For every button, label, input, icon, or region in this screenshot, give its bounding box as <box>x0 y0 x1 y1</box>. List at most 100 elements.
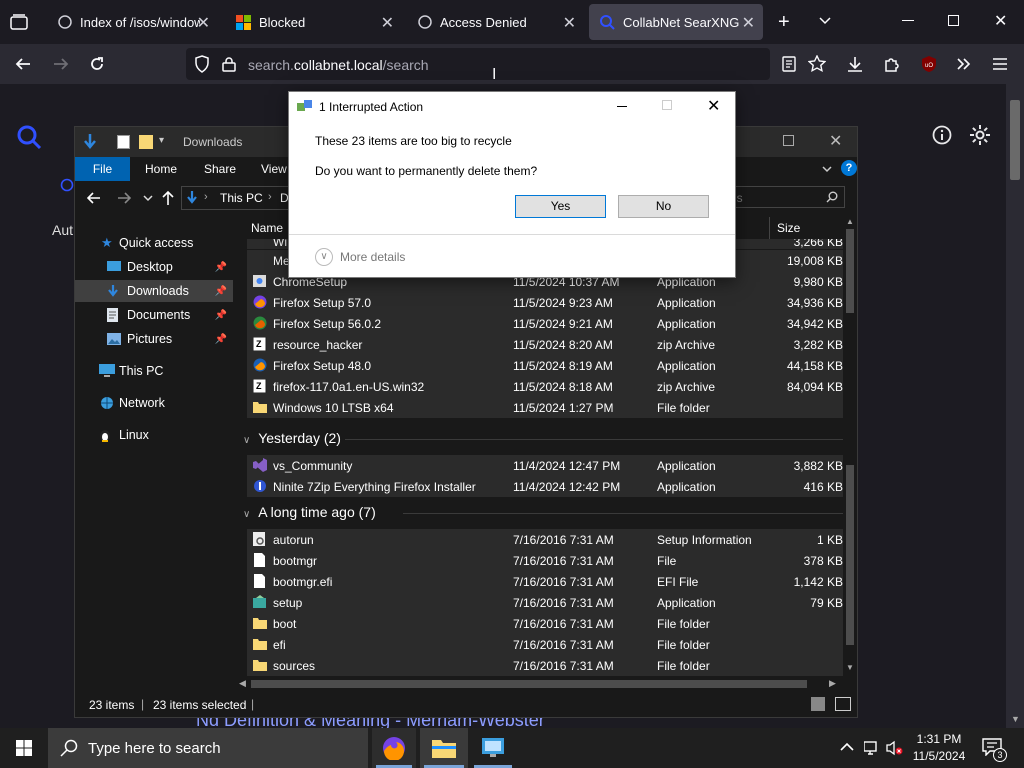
table-row[interactable]: bootmgr 7/16/2016 7:31 AM File 378 KB <box>247 550 843 571</box>
expand-ribbon-chevron-icon[interactable] <box>821 163 833 175</box>
table-row[interactable]: autorun 7/16/2016 7:31 AM Setup Informat… <box>247 529 843 550</box>
bookmark-star-icon[interactable] <box>808 55 826 73</box>
tab-collabnet-searxng[interactable]: CollabNet SearXNG ✕ <box>589 4 763 40</box>
column-divider[interactable] <box>769 217 770 239</box>
explorer-maximize-button[interactable] <box>783 135 794 146</box>
nav-this-pc[interactable]: This PC <box>75 360 233 382</box>
dialog-close-button[interactable]: ✕ <box>707 96 720 116</box>
file-list-scrollbar-thumb[interactable] <box>846 465 854 645</box>
nav-pictures[interactable]: Pictures 📌 <box>75 328 233 350</box>
ribbon-tab-home[interactable]: Home <box>145 157 177 181</box>
nav-network[interactable]: Network <box>75 392 233 414</box>
breadcrumb[interactable]: › This PC › D <box>181 186 291 210</box>
quick-access-toolbar-dropdown-icon[interactable]: ▾ <box>159 135 164 146</box>
horizontal-scrollbar-thumb[interactable] <box>251 680 807 688</box>
pin-icon[interactable]: 📌 <box>215 334 227 345</box>
reload-icon[interactable] <box>88 55 106 73</box>
scroll-down-arrow-icon[interactable]: ▼ <box>846 663 854 672</box>
dialog-minimize-button[interactable] <box>617 106 627 107</box>
downloads-icon[interactable] <box>846 55 864 73</box>
table-row[interactable]: boot 7/16/2016 7:31 AM File folder <box>247 613 843 634</box>
table-row[interactable]: Firefox Setup 56.0.2 11/5/2024 9:21 AM A… <box>247 313 843 334</box>
clock-date[interactable]: 11/5/2024 <box>908 749 970 763</box>
pin-icon[interactable]: 📌 <box>215 310 227 321</box>
file-list-scrollbar-thumb[interactable] <box>846 229 854 313</box>
volume-muted-icon[interactable] <box>886 740 904 756</box>
pin-icon[interactable]: 📌 <box>215 262 227 273</box>
ribbon-tab-view[interactable]: View <box>261 157 287 181</box>
more-tools-chevron-icon[interactable] <box>955 55 973 73</box>
address-bar[interactable]: search.collabnet.local/search <box>186 48 770 80</box>
large-icons-view-icon[interactable] <box>835 697 851 711</box>
explorer-close-button[interactable]: ✕ <box>829 131 842 151</box>
table-row[interactable]: sources 7/16/2016 7:31 AM File folder <box>247 655 843 676</box>
table-row[interactable]: Firefox Setup 48.0 11/5/2024 8:19 AM App… <box>247 355 843 376</box>
properties-checkbox-icon[interactable] <box>117 135 130 149</box>
scroll-left-arrow-icon[interactable]: ◀ <box>239 678 246 689</box>
hamburger-menu-icon[interactable] <box>992 56 1008 72</box>
table-row[interactable]: Windows 10 LTSB x64 11/5/2024 1:27 PM Fi… <box>247 397 843 418</box>
minimize-window-button[interactable] <box>902 20 914 21</box>
taskbar-search-box[interactable]: Type here to search <box>48 728 368 768</box>
ublock-origin-icon[interactable]: uO <box>920 55 938 73</box>
table-row[interactable]: vs_Community 11/4/2024 12:47 PM Applicat… <box>247 455 843 476</box>
tab-overflow-chevron-icon[interactable] <box>818 14 832 28</box>
column-header-name[interactable]: Name <box>251 221 283 235</box>
back-arrow-icon[interactable] <box>14 55 32 73</box>
searxng-logo-icon[interactable] <box>16 124 42 150</box>
explorer-back-arrow-icon[interactable] <box>87 191 101 205</box>
scroll-down-arrow-icon[interactable]: ▼ <box>1011 714 1020 724</box>
close-tab-icon[interactable]: ✕ <box>381 13 394 33</box>
ribbon-tab-file[interactable]: File <box>75 157 130 181</box>
details-view-icon[interactable] <box>811 697 825 711</box>
explorer-forward-arrow-icon[interactable] <box>117 191 131 205</box>
ribbon-tab-share[interactable]: Share <box>204 157 236 181</box>
url-text[interactable]: search.collabnet.local/search <box>248 57 429 73</box>
table-row[interactable]: efi 7/16/2016 7:31 AM File folder <box>247 634 843 655</box>
lock-icon[interactable] <box>222 56 236 72</box>
windows-start-icon[interactable] <box>16 740 32 756</box>
close-window-button[interactable]: ✕ <box>994 11 1007 31</box>
gear-icon[interactable] <box>969 124 991 146</box>
shield-icon[interactable] <box>194 55 210 73</box>
restore-window-button[interactable] <box>948 15 959 26</box>
table-row[interactable]: Z resource_hacker 11/5/2024 8:20 AM zip … <box>247 334 843 355</box>
new-folder-icon[interactable] <box>139 135 153 149</box>
taskbar-firefox-icon[interactable] <box>372 728 416 768</box>
new-tab-button[interactable]: + <box>778 11 790 34</box>
group-header-yesterday[interactable]: ∨ Yesterday (2) <box>243 430 341 446</box>
table-row[interactable]: Z firefox-117.0a1.en-US.win32 11/5/2024 … <box>247 376 843 397</box>
close-tab-icon[interactable]: ✕ <box>563 13 576 33</box>
reader-view-icon[interactable] <box>781 56 797 72</box>
table-row[interactable]: setup 7/16/2016 7:31 AM Application 79 K… <box>247 592 843 613</box>
tab-index-isos[interactable]: Index of /isos/windows ✕ <box>48 4 218 40</box>
nav-desktop[interactable]: Desktop 📌 <box>75 256 233 278</box>
clock-time[interactable]: 1:31 PM <box>914 732 964 746</box>
taskbar-file-explorer-icon[interactable] <box>420 728 468 768</box>
tab-access-denied[interactable]: Access Denied ✕ <box>408 4 584 40</box>
help-icon[interactable]: ? <box>841 160 857 176</box>
explorer-search-box[interactable]: ds <box>725 186 845 208</box>
group-header-long-time-ago[interactable]: ∨ A long time ago (7) <box>243 504 376 520</box>
tab-blocked[interactable]: Blocked ✕ <box>226 4 402 40</box>
nav-documents[interactable]: Documents 📌 <box>75 304 233 326</box>
pin-icon[interactable]: 📌 <box>215 286 227 297</box>
tab-list-icon[interactable] <box>10 13 28 31</box>
page-scrollbar[interactable] <box>1006 84 1024 728</box>
table-row[interactable]: Ninite 7Zip Everything Firefox Installer… <box>247 476 843 497</box>
taskbar-control-panel-icon[interactable] <box>470 728 516 768</box>
nav-quick-access[interactable]: ★ Quick access <box>75 232 233 254</box>
extensions-icon[interactable] <box>883 55 901 73</box>
table-row[interactable]: bootmgr.efi 7/16/2016 7:31 AM EFI File 1… <box>247 571 843 592</box>
forward-arrow-icon[interactable] <box>52 55 70 73</box>
table-row[interactable]: Firefox Setup 57.0 11/5/2024 9:23 AM App… <box>247 292 843 313</box>
info-icon[interactable] <box>932 125 952 145</box>
scroll-right-arrow-icon[interactable]: ▶ <box>829 678 836 689</box>
file-list-horizontal-scrollbar[interactable]: ◀ ▶ <box>235 677 843 691</box>
file-list-vertical-scrollbar[interactable]: ▲ ▼ <box>843 215 857 675</box>
column-header-size[interactable]: Size <box>777 221 800 235</box>
no-button[interactable]: No <box>618 195 709 218</box>
network-status-icon[interactable] <box>864 740 880 756</box>
nav-linux[interactable]: Linux <box>75 424 233 446</box>
close-tab-icon[interactable]: ✕ <box>197 13 210 33</box>
